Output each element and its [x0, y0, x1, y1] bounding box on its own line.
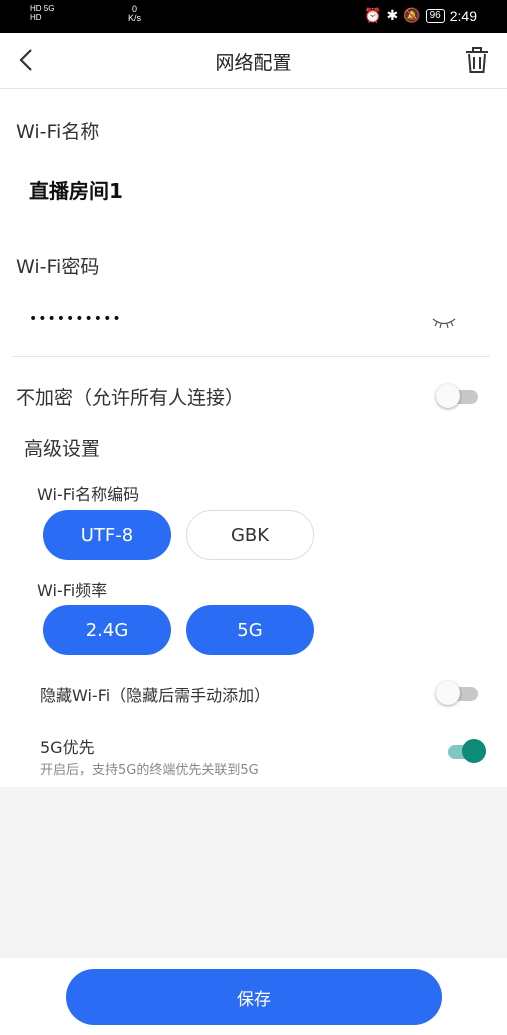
app-bar: 网络配置	[0, 33, 507, 89]
hide-wifi-label: 隐藏Wi-Fi（隐藏后需手动添加）	[40, 686, 271, 705]
prefer-5g-label: 5G优先	[40, 738, 95, 757]
frequency-option-2-4g[interactable]: 2.4G	[43, 605, 171, 655]
frequency-option-5g[interactable]: 5G	[186, 605, 314, 655]
toggle-knob	[436, 384, 460, 408]
status-bar: HD 5G HD 0 K/s ⏰ ✱ 🔕 96 2:49	[0, 0, 507, 33]
sim2-label: HD	[30, 13, 42, 22]
prefer-5g-toggle[interactable]	[444, 738, 486, 764]
ssid-input[interactable]: 直播房间1	[29, 175, 123, 204]
encoding-option-gbk[interactable]: GBK	[186, 510, 314, 560]
bluetooth-icon: ✱	[386, 7, 399, 23]
prefer-5g-hint: 开启后，支持5G的终端优先关联到5G	[40, 763, 259, 778]
password-input[interactable]: ••••••••••	[29, 311, 122, 327]
mute-icon: 🔕	[403, 7, 421, 23]
alarm-icon: ⏰	[364, 7, 382, 23]
signal-indicators: HD 5G HD	[30, 4, 54, 22]
battery-level: 96	[425, 8, 445, 23]
delete-button[interactable]	[463, 45, 491, 75]
status-right: ⏰ ✱ 🔕 96 2:49	[364, 7, 477, 24]
network-config-form: Wi-Fi名称 直播房间1 Wi-Fi密码 •••••••••• 不加密（允许所…	[0, 89, 507, 787]
encoding-option-utf8[interactable]: UTF-8	[43, 510, 171, 560]
trash-icon	[466, 47, 488, 73]
hide-wifi-toggle[interactable]	[436, 680, 478, 706]
ssid-label: Wi-Fi名称	[16, 121, 100, 143]
open-network-toggle[interactable]	[436, 383, 478, 409]
password-label: Wi-Fi密码	[16, 256, 100, 278]
ssid-encoding-label: Wi-Fi名称编码	[37, 485, 140, 504]
open-network-label: 不加密（允许所有人连接）	[16, 387, 245, 409]
save-button[interactable]: 保存	[66, 969, 442, 1025]
speed-unit: K/s	[128, 13, 142, 23]
password-visibility-toggle[interactable]	[432, 315, 456, 329]
page-title: 网络配置	[215, 52, 292, 74]
eye-closed-icon	[432, 318, 456, 329]
footer: 保存	[0, 958, 507, 1035]
clock: 2:49	[449, 7, 477, 24]
divider	[12, 356, 490, 357]
frequency-label: Wi-Fi频率	[37, 581, 108, 600]
toggle-knob	[436, 681, 460, 705]
advanced-settings-title: 高级设置	[24, 438, 101, 460]
network-speed: 0 K/s	[128, 5, 141, 23]
toggle-knob	[462, 739, 486, 763]
sim1-label: HD 5G	[30, 4, 55, 13]
